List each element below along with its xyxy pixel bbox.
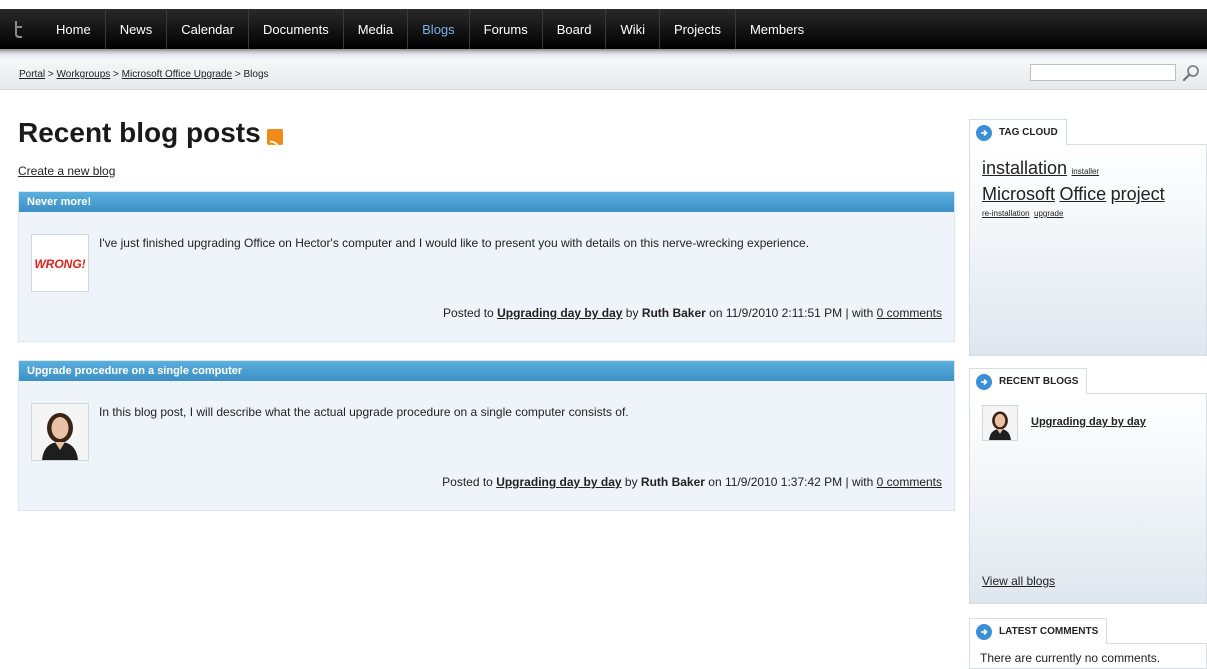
post-meta: Posted to Upgrading day by day by Ruth B… [442, 475, 942, 489]
latest-comments-panel: LATEST COMMENTS There are currently no c… [969, 618, 1207, 669]
posted-to-label: Posted to [443, 306, 494, 320]
tag-re-installation[interactable]: re-installation [982, 209, 1030, 218]
post-title[interactable]: Upgrade procedure on a single computer [19, 361, 954, 381]
tag-cloud-panel: TAG CLOUD installation installer Microso… [969, 119, 1207, 356]
nav-wiki[interactable]: Wiki [606, 9, 660, 49]
tag-cloud: installation installer Microsoft Office … [982, 157, 1204, 219]
post-comments-link[interactable]: 0 comments [877, 306, 942, 320]
tag-cloud-tab: TAG CLOUD [969, 119, 1067, 145]
latest-comments-title: LATEST COMMENTS [999, 626, 1099, 637]
nav-forums[interactable]: Forums [470, 9, 543, 49]
recent-blogs-body: Upgrading day by day View all blogs [969, 393, 1207, 604]
post-title[interactable]: Never more! [19, 192, 954, 212]
post-thumbnail[interactable] [31, 403, 89, 461]
arrow-right-circle-icon [976, 623, 992, 640]
recent-blogs-title: RECENT BLOGS [999, 376, 1079, 387]
breadcrumb: Portal > Workgroups > Microsoft Office U… [19, 69, 269, 80]
breadcrumb-separator: > [110, 69, 122, 80]
posted-to-label: Posted to [442, 475, 493, 489]
nav-home[interactable]: Home [42, 9, 106, 49]
nav-news[interactable]: News [106, 9, 168, 49]
recent-blogs-panel: RECENT BLOGS Upgrading day by day View a… [969, 368, 1207, 604]
post-author: Ruth Baker [641, 306, 706, 320]
post-blog-link[interactable]: Upgrading day by day [496, 475, 621, 489]
create-new-blog-link[interactable]: Create a new blog [18, 164, 115, 178]
post-meta: Posted to Upgrading day by day by Ruth B… [443, 306, 942, 320]
nav-board[interactable]: Board [543, 9, 607, 49]
page-title-text: Recent blog posts [18, 117, 261, 148]
breadcrumb-microsoft-office-upgrade[interactable]: Microsoft Office Upgrade [122, 69, 232, 80]
blog-post: Never more! WRONG! I've just finished up… [18, 191, 955, 342]
tag-office[interactable]: Office [1059, 184, 1106, 204]
search-input[interactable] [1030, 64, 1176, 81]
breadcrumb-workgroups[interactable]: Workgroups [57, 69, 111, 80]
author-avatar [32, 404, 88, 460]
breadcrumb-current: Blogs [243, 69, 269, 80]
latest-comments-body: There are currently no comments. [969, 643, 1207, 669]
breadcrumb-bar: Portal > Workgroups > Microsoft Office U… [0, 59, 1207, 90]
post-summary: I've just finished upgrading Office on H… [99, 236, 810, 250]
recent-blog-avatar[interactable] [982, 405, 1018, 441]
post-blog-link[interactable]: Upgrading day by day [497, 306, 622, 320]
tag-installation[interactable]: installation [982, 158, 1067, 178]
tag-row: re-installation upgrade [982, 207, 1204, 219]
arrow-right-circle-icon [976, 373, 992, 390]
nav-divider [0, 49, 1207, 59]
no-comments-text: There are currently no comments. [980, 651, 1161, 665]
post-date: on 11/9/2010 2:11:51 PM | with [709, 306, 874, 320]
tag-installer[interactable]: installer [1072, 167, 1100, 176]
tag-microsoft[interactable]: Microsoft [982, 184, 1055, 204]
thumb-text: WRONG! [34, 257, 85, 271]
post-date: on 11/9/2010 1:37:42 PM | with [708, 475, 874, 489]
nav-blogs[interactable]: Blogs [408, 9, 470, 49]
nav-members[interactable]: Members [736, 9, 818, 49]
by-label: by [625, 306, 639, 320]
tag-cloud-title: TAG CLOUD [999, 127, 1058, 138]
wrong-sign-image: WRONG! [32, 235, 88, 291]
latest-comments-tab: LATEST COMMENTS [969, 618, 1108, 644]
breadcrumb-separator: > [45, 69, 57, 80]
arrow-right-circle-icon [976, 124, 992, 141]
author-avatar [983, 406, 1017, 440]
logo-glyph [15, 21, 22, 38]
search-icon[interactable] [1181, 64, 1201, 84]
nav-media[interactable]: Media [344, 9, 409, 49]
post-summary: In this blog post, I will describe what … [99, 405, 629, 419]
tag-project[interactable]: project [1111, 184, 1165, 204]
top-navigation-bar: Home News Calendar Documents Media Blogs… [0, 9, 1207, 49]
nav-projects[interactable]: Projects [660, 9, 736, 49]
rss-icon[interactable] [266, 129, 283, 152]
post-thumbnail[interactable]: WRONG! [31, 234, 89, 292]
site-logo-icon[interactable] [8, 18, 30, 40]
recent-blog-link[interactable]: Upgrading day by day [1031, 416, 1146, 428]
nav-calendar[interactable]: Calendar [167, 9, 249, 49]
breadcrumb-separator: > [232, 69, 244, 80]
view-all-blogs-link[interactable]: View all blogs [982, 574, 1055, 588]
post-author: Ruth Baker [640, 475, 705, 489]
main-nav: Home News Calendar Documents Media Blogs… [42, 9, 818, 49]
post-comments-link[interactable]: 0 comments [877, 475, 942, 489]
nav-documents[interactable]: Documents [249, 9, 344, 49]
by-label: by [624, 475, 638, 489]
page-title: Recent blog posts [18, 117, 283, 152]
breadcrumb-portal[interactable]: Portal [19, 69, 45, 80]
tag-cloud-body: installation installer Microsoft Office … [969, 144, 1207, 356]
recent-blogs-tab: RECENT BLOGS [969, 368, 1088, 394]
blog-post: Upgrade procedure on a single computer I… [18, 360, 955, 511]
tag-upgrade[interactable]: upgrade [1034, 209, 1063, 218]
